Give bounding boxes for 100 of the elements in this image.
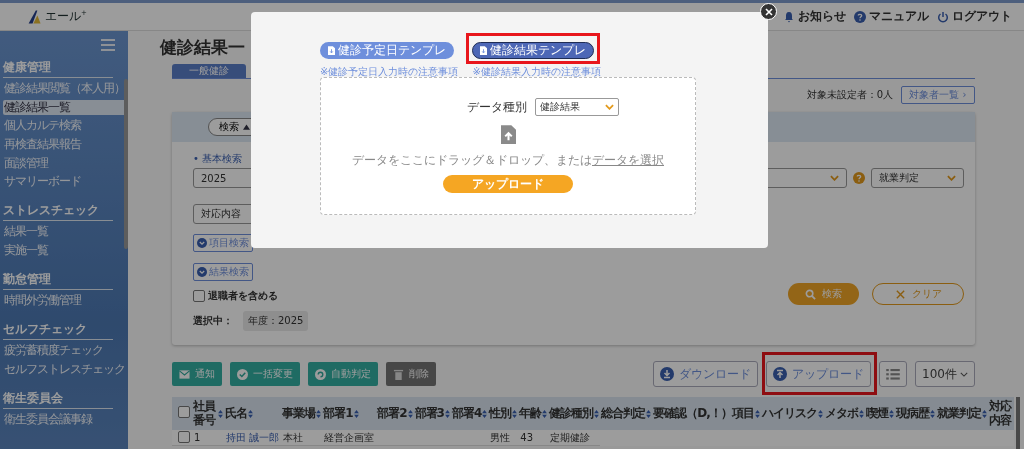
sort-icon[interactable] <box>754 409 760 418</box>
note-link[interactable]: ※健診予定日入力時の注意事項 <box>320 65 459 79</box>
sort-icon[interactable] <box>316 409 322 418</box>
caret-up-icon <box>243 124 250 130</box>
sidebar-item[interactable]: セルフストレスチェック <box>3 361 126 377</box>
sidebar-item[interactable]: 衛生委員会議事録 <box>3 411 126 427</box>
action-button[interactable]: 削除 <box>386 362 436 386</box>
item-search-button[interactable]: 項目検索 <box>193 234 253 252</box>
note-link[interactable]: ※健診結果入力時の注意事項 <box>472 65 601 79</box>
column-header[interactable]: メタボ <box>824 405 864 422</box>
logo-text: エール$^{+}$ <box>45 8 87 25</box>
menu-icon[interactable] <box>101 39 115 51</box>
trash-icon <box>393 368 404 380</box>
search-icon <box>805 288 816 300</box>
table-cell: 経営企画室 <box>324 431 375 443</box>
column-header[interactable]: 性別 <box>489 405 518 422</box>
chevron-circle-icon <box>197 267 207 277</box>
sort-icon[interactable] <box>981 409 987 418</box>
checkbox[interactable] <box>178 430 190 443</box>
sort-icon[interactable] <box>542 409 548 418</box>
judgement-select[interactable]: 就業判定 <box>871 168 964 188</box>
sidebar-item[interactable]: 個人カルテ検索 <box>3 118 126 134</box>
upload-icon <box>773 367 788 381</box>
select-data-link[interactable]: データを選択 <box>592 153 664 167</box>
column-header[interactable]: 部署4 <box>451 405 488 422</box>
column-header[interactable]: 対応内容 <box>988 399 1013 428</box>
column-header[interactable]: 社員番号 <box>193 399 223 428</box>
sidebar-heading: ストレスチェック <box>3 202 113 222</box>
table-cell: 本社 <box>283 431 304 443</box>
header-link[interactable]: ログアウト <box>937 8 1012 25</box>
sort-icon[interactable] <box>929 409 935 418</box>
table-cell: 43 <box>520 432 533 443</box>
column-header[interactable]: ハイリスク <box>761 405 823 422</box>
chevron-down-icon <box>830 175 839 181</box>
scrollbar[interactable] <box>124 79 128 249</box>
column-header[interactable]: 年齢 <box>519 405 548 422</box>
header-link[interactable]: マニュアル <box>854 8 929 25</box>
sidebar-item[interactable]: サマリーボード <box>3 174 126 190</box>
sidebar-item[interactable]: 健診結果一覧 <box>3 99 126 115</box>
sidebar-item[interactable]: 結果一覧 <box>3 224 126 240</box>
sort-icon[interactable] <box>512 409 518 418</box>
sidebar-item[interactable]: 面談管理 <box>3 155 126 171</box>
chevron-down-icon <box>947 175 956 181</box>
sidebar-item[interactable]: 実施一覧 <box>3 243 126 259</box>
result-search-button[interactable]: 結果検索 <box>193 263 253 281</box>
scrollbar[interactable] <box>1015 397 1020 449</box>
checkbox[interactable] <box>178 406 190 418</box>
column-header[interactable]: 要確認（D,！）項目 <box>653 405 760 422</box>
sort-icon[interactable] <box>444 409 450 418</box>
name-link[interactable]: 持田 誠一郎 <box>226 431 280 443</box>
template-button[interactable]: 健診予定日テンプレ <box>320 42 454 59</box>
column-header[interactable]: 部署1 <box>323 405 376 422</box>
sort-icon[interactable] <box>888 409 894 418</box>
column-header[interactable]: 氏名 <box>225 405 281 422</box>
data-type-select[interactable]: 健診結果 <box>535 98 619 116</box>
download-button[interactable]: ダウンロード <box>653 361 759 387</box>
sort-icon[interactable] <box>594 409 600 418</box>
sidebar-item[interactable]: 健診結果閲覧（本人用） <box>3 81 126 96</box>
drop-instructions: データをここにドラッグ＆ドロップ、またはデータを選択 <box>352 152 664 169</box>
sort-icon[interactable] <box>218 409 223 418</box>
header-link[interactable]: お知らせ <box>783 8 846 25</box>
table-cell: 定期健診 <box>550 431 591 443</box>
section-label: • 基本検索 <box>193 152 243 166</box>
logo-icon <box>27 8 43 25</box>
sort-icon[interactable] <box>353 409 359 418</box>
page-size-select[interactable]: 100件 <box>915 361 975 387</box>
sort-icon[interactable] <box>248 409 253 418</box>
sort-icon[interactable] <box>817 409 823 418</box>
sort-icon[interactable] <box>646 409 652 418</box>
column-header[interactable]: 総合判定 <box>601 405 652 422</box>
help-icon[interactable] <box>853 172 865 184</box>
sidebar-item[interactable]: 再検査結果報告 <box>3 137 126 153</box>
column-header[interactable]: 喫煙 <box>865 405 894 422</box>
template-button[interactable]: 健診結果テンプレ <box>472 42 595 59</box>
checkbox[interactable] <box>193 290 205 302</box>
chevron-down-icon <box>605 104 614 110</box>
sort-icon[interactable] <box>858 409 864 418</box>
sort-icon[interactable] <box>482 409 488 418</box>
column-header[interactable]: 現病歴 <box>895 405 935 422</box>
upload-button[interactable]: アップロード <box>766 361 872 387</box>
sidebar-heading: 勤怠管理 <box>3 271 113 291</box>
power-icon <box>937 10 949 23</box>
action-button[interactable]: 一括変更 <box>230 362 300 386</box>
field-label: データ種別 <box>467 98 527 116</box>
action-button[interactable]: 自動判定 <box>308 362 378 386</box>
unset-count: 対象未設定者：0人 <box>806 88 893 102</box>
sort-icon[interactable] <box>407 409 413 418</box>
sidebar-item[interactable]: 疲労蓄積度チェック <box>3 343 126 359</box>
table-cell: 1 <box>194 432 201 443</box>
column-header[interactable]: 部署3 <box>414 405 450 422</box>
column-header[interactable]: 部署2 <box>377 405 413 422</box>
cross-icon <box>894 288 906 300</box>
column-header[interactable]: 健診種別 <box>549 405 600 422</box>
column-header[interactable]: 就業判定 <box>936 405 987 422</box>
list-view-button[interactable] <box>879 361 908 387</box>
drop-zone[interactable]: データ種別 健診結果 データをここにドラッグ＆ドロップ、またはデータを選択 アップロード <box>320 77 696 215</box>
action-button[interactable]: 通知 <box>172 362 222 386</box>
page-title: 健診結果一 <box>160 36 245 58</box>
sidebar-item[interactable]: 時間外労働管理 <box>3 293 126 309</box>
column-header[interactable]: 事業場 <box>282 405 322 422</box>
